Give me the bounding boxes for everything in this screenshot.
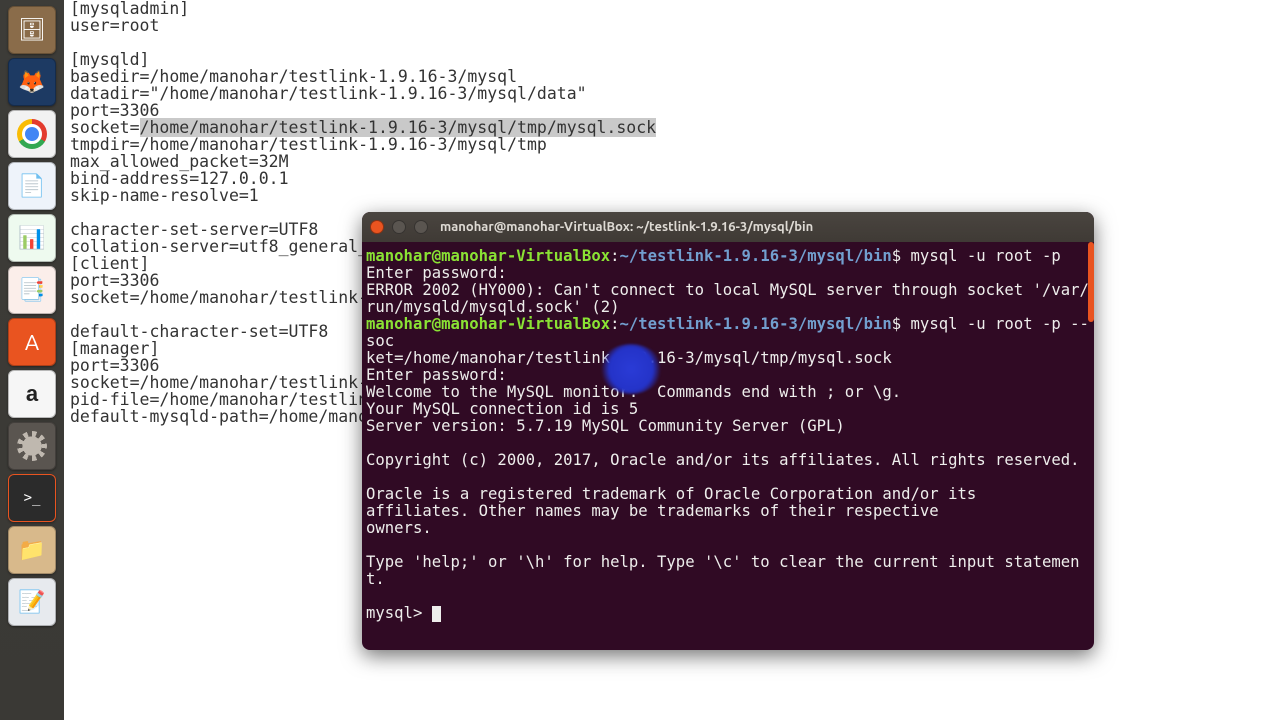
prompt-user: manohar@manohar-VirtualBox (366, 315, 610, 333)
terminal-cursor (432, 606, 441, 622)
launcher-files-icon[interactable]: 🗄 (8, 6, 56, 54)
prompt-user: manohar@manohar-VirtualBox (366, 247, 610, 265)
editor-text-before: [mysqladmin] user=root [mysqld] basedir=… (70, 0, 587, 137)
terminal-body[interactable]: manohar@manohar-VirtualBox:~/testlink-1.… (362, 242, 1094, 650)
terminal-output: Welcome to the MySQL monitor. Commands e… (366, 383, 901, 401)
terminal-output: Type 'help;' or '\h' for help. Type '\c'… (366, 553, 1080, 588)
prompt-path: ~/testlink-1.9.16-3/mysql/bin (620, 315, 892, 333)
terminal-output: Server version: 5.7.19 MySQL Community S… (366, 417, 845, 435)
launcher-texteditor-icon[interactable]: 📝 (8, 578, 56, 626)
launcher-amazon-icon[interactable]: a (8, 370, 56, 418)
launcher-terminal-icon[interactable]: >_ (8, 474, 56, 522)
window-minimize-icon[interactable] (392, 220, 406, 234)
terminal-command-2b: ket=/home/manohar/testlink-1.9.16-3/mysq… (366, 349, 892, 367)
terminal-error: ERROR 2002 (HY000): Can't connect to loc… (366, 281, 1089, 316)
launcher-calc-icon[interactable]: 📊 (8, 214, 56, 262)
gear-icon (17, 431, 47, 461)
prompt-path: ~/testlink-1.9.16-3/mysql/bin (620, 247, 892, 265)
launcher-folder-icon[interactable]: 📁 (8, 526, 56, 574)
chrome-icon (17, 119, 47, 149)
terminal-titlebar[interactable]: manohar@manohar-VirtualBox: ~/testlink-1… (362, 212, 1094, 242)
terminal-window[interactable]: manohar@manohar-VirtualBox: ~/testlink-1… (362, 212, 1094, 650)
launcher-firefox-icon[interactable]: 🦊 (8, 58, 56, 106)
launcher-impress-icon[interactable]: 📑 (8, 266, 56, 314)
launcher-writer-icon[interactable]: 📄 (8, 162, 56, 210)
launcher-chrome-icon[interactable] (8, 110, 56, 158)
window-close-icon[interactable] (370, 220, 384, 234)
launcher-software-icon[interactable]: A (8, 318, 56, 366)
terminal-output: Your MySQL connection id is 5 (366, 400, 638, 418)
window-maximize-icon[interactable] (414, 220, 428, 234)
terminal-title-text: manohar@manohar-VirtualBox: ~/testlink-1… (440, 220, 813, 234)
launcher-settings-icon[interactable] (8, 422, 56, 470)
terminal-output: Enter password: (366, 264, 507, 282)
unity-launcher: 🗄 🦊 📄 📊 📑 A a >_ 📁 📝 (0, 0, 64, 720)
terminal-command-1: mysql -u root -p (901, 247, 1061, 265)
terminal-output: Copyright (c) 2000, 2017, Oracle and/or … (366, 451, 1080, 469)
terminal-output: Enter password: (366, 366, 507, 384)
terminal-output: Oracle is a registered trademark of Orac… (366, 485, 976, 537)
mysql-prompt: mysql> (366, 604, 432, 622)
